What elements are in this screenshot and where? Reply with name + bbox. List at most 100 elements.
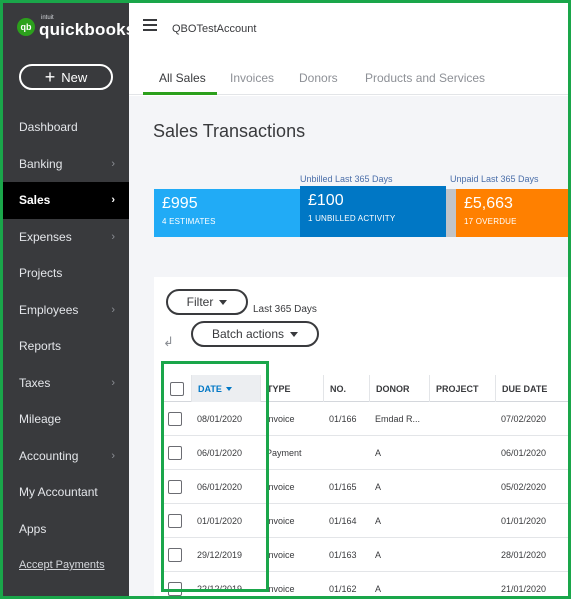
company-name: QBOTestAccount [172, 23, 257, 35]
cell-project [429, 538, 495, 572]
chevron-right-icon: › [111, 194, 115, 207]
sidebar-item-label: Employees [19, 302, 79, 317]
sidebar-item-label: My Accountant [19, 485, 98, 500]
estimates-amount: £995 [162, 195, 198, 212]
overdue-money-bar[interactable]: £5,663 17 OVERDUE [456, 189, 568, 237]
unbilled-money-bar[interactable]: £100 1 UNBILLED ACTIVITY [300, 186, 446, 237]
sidebar-item-banking[interactable]: Banking › [3, 146, 129, 183]
column-header-no[interactable]: NO. [323, 375, 369, 402]
tab-donors[interactable]: Donors [299, 71, 338, 85]
cell-type: Invoice [266, 516, 295, 526]
sidebar-item-label: Accounting [19, 448, 79, 463]
sidebar-item-label: Mileage [19, 412, 62, 427]
quickbooks-logo[interactable]: qb intuit quickbooks [17, 15, 135, 38]
cell-project [429, 402, 495, 436]
chevron-right-icon: › [111, 449, 115, 462]
filter-button-label: Filter [186, 295, 214, 309]
cell-donor: Emdad R... [375, 414, 421, 424]
sidebar-item-accounting[interactable]: Accounting › [3, 438, 129, 475]
cell-no: 01/162 [329, 584, 357, 594]
logo-name: quickbooks [39, 20, 136, 39]
cell-project [429, 436, 495, 470]
cell-due: 01/01/2020 [501, 516, 547, 526]
chevron-right-icon: › [111, 157, 115, 170]
cell-project [429, 572, 495, 596]
chevron-right-icon: › [111, 376, 115, 389]
cell-donor: A [375, 448, 382, 458]
sidebar-item-label: Dashboard [19, 120, 78, 135]
chevron-down-icon [219, 299, 228, 305]
cell-project [429, 504, 495, 538]
qb-logo-icon: qb [17, 17, 35, 36]
sidebar-item-accept-payments[interactable]: Accept Payments [3, 547, 129, 584]
cell-due: 07/02/2020 [501, 414, 547, 424]
sidebar-item-mileage[interactable]: Mileage [3, 401, 129, 438]
cell-no: 01/164 [329, 516, 357, 526]
cell-no: 01/166 [329, 414, 357, 424]
sidebar-item-label: Reports [19, 339, 62, 354]
cell-donor: A [375, 482, 382, 492]
cell-due: 21/01/2020 [501, 584, 547, 594]
column-header-donor-label: DONOR [376, 383, 410, 394]
column-header-project-label: PROJECT [436, 383, 479, 394]
date-range-label: Last 365 Days [253, 304, 317, 315]
batch-actions-button[interactable]: Batch actions [191, 321, 319, 347]
column-header-donor[interactable]: DONOR [369, 375, 429, 402]
sidebar-item-label: Expenses [19, 229, 72, 244]
unpaid-caption: Unpaid Last 365 Days [450, 174, 539, 184]
sidebar-item-label: Apps [19, 521, 47, 536]
sidebar-item-apps[interactable]: Apps [3, 511, 129, 548]
tab-products-and-services[interactable]: Products and Services [365, 71, 485, 85]
unbilled-label: 1 UNBILLED ACTIVITY [308, 214, 396, 223]
column-header-due-date-label: DUE DATE [502, 383, 548, 394]
chevron-right-icon: › [111, 303, 115, 316]
cell-type: Invoice [266, 414, 295, 424]
estimates-label: 4 ESTIMATES [162, 217, 216, 226]
top-bar: QBOTestAccount [129, 3, 568, 53]
sidebar-item-label: Projects [19, 266, 63, 281]
overdue-bar-separator [446, 189, 456, 237]
estimates-money-bar[interactable]: £995 4 ESTIMATES [154, 189, 300, 237]
highlight-box [161, 361, 269, 592]
cell-type: Invoice [266, 482, 295, 492]
column-header-type[interactable]: TYPE [260, 375, 323, 402]
cell-no: 01/163 [329, 550, 357, 560]
column-header-no-label: NO. [330, 383, 347, 394]
cell-no [323, 436, 369, 470]
sidebar-item-dashboard[interactable]: Dashboard [3, 109, 129, 146]
tab-all-sales[interactable]: All Sales [159, 71, 206, 85]
sidebar-item-sales[interactable]: Sales › [3, 182, 129, 219]
sidebar-item-label: Banking [19, 156, 63, 171]
unbilled-caption: Unbilled Last 365 Days [300, 174, 393, 184]
cell-no: 01/165 [329, 482, 357, 492]
cell-donor: A [375, 584, 382, 594]
cell-donor: A [375, 550, 382, 560]
sidebar-item-employees[interactable]: Employees › [3, 292, 129, 329]
new-button[interactable]: + New [19, 64, 113, 90]
sidebar-item-my-accountant[interactable]: My Accountant [3, 474, 129, 511]
sidebar-item-reports[interactable]: Reports [3, 328, 129, 365]
hamburger-menu-icon[interactable] [143, 19, 157, 34]
sales-tabs: All Sales Invoices Donors Products and S… [129, 63, 568, 95]
plus-icon: + [44, 67, 56, 87]
app-window: qb intuit quickbooks + New Dashboard Bank… [0, 0, 571, 599]
collapse-arrow-icon[interactable]: ↲ [163, 334, 174, 350]
batch-actions-label: Batch actions [211, 327, 285, 341]
sidebar-item-label: Taxes [19, 375, 51, 390]
sidebar-item-label: Accept Payments [19, 559, 105, 572]
chevron-down-icon [290, 331, 299, 337]
filter-button[interactable]: Filter [166, 289, 248, 315]
column-header-due-date[interactable]: DUE DATE [495, 375, 568, 402]
tab-invoices[interactable]: Invoices [230, 71, 274, 85]
sidebar-item-expenses[interactable]: Expenses › [3, 219, 129, 256]
cell-type: Invoice [266, 550, 295, 560]
sidebar-item-projects[interactable]: Projects [3, 255, 129, 292]
cell-type: Payment [266, 448, 302, 458]
cell-type: Invoice [266, 584, 295, 594]
sidebar-item-taxes[interactable]: Taxes › [3, 365, 129, 402]
overdue-label: 17 OVERDUE [464, 217, 517, 226]
column-header-type-label: TYPE [267, 383, 291, 394]
column-header-project[interactable]: PROJECT [429, 375, 495, 402]
sidebar-item-label: Sales [19, 193, 51, 208]
new-button-label: New [61, 69, 88, 85]
